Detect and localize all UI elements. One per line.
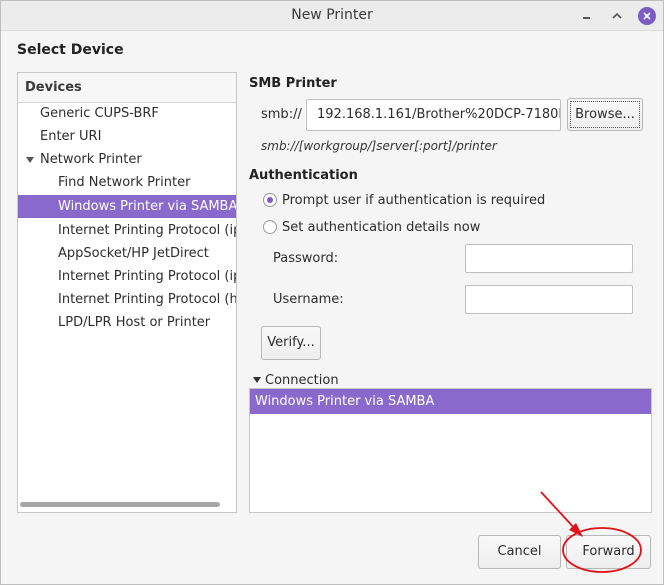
cancel-button[interactable]: Cancel: [478, 535, 561, 569]
device-item-label: Windows Printer via SAMBA: [58, 199, 236, 214]
close-icon[interactable]: [638, 7, 656, 25]
forward-button[interactable]: Forward: [566, 535, 651, 569]
radio-prompt-user-label[interactable]: Prompt user if authentication is require…: [282, 193, 545, 208]
device-item-label: Enter URI: [40, 129, 102, 144]
new-printer-window: New Printer Select Device Devices Generi…: [0, 0, 664, 585]
device-item[interactable]: Internet Printing Protocol (ipp): [18, 219, 236, 242]
device-item[interactable]: LPD/LPR Host or Printer: [18, 311, 236, 334]
device-item[interactable]: Enter URI: [18, 125, 236, 148]
radio-prompt-user[interactable]: [263, 193, 277, 207]
authentication-title: Authentication: [249, 168, 358, 183]
password-label: Password:: [273, 251, 339, 266]
radio-set-details[interactable]: [263, 220, 277, 234]
connection-title[interactable]: Connection: [265, 373, 339, 388]
password-field[interactable]: [465, 244, 633, 273]
window-title: New Printer: [291, 7, 373, 23]
device-item-label: Network Printer: [40, 152, 142, 167]
triangle-down-icon[interactable]: [253, 377, 261, 383]
smb-section-title: SMB Printer: [249, 76, 337, 91]
device-item-label: Internet Printing Protocol (ipps): [58, 269, 236, 284]
username-field[interactable]: [465, 285, 633, 314]
device-item[interactable]: Find Network Printer: [18, 171, 236, 194]
connection-list[interactable]: Windows Printer via SAMBA: [249, 388, 652, 513]
device-item-label: AppSocket/HP JetDirect: [58, 246, 209, 261]
username-label: Username:: [273, 292, 344, 307]
device-item-selected[interactable]: Windows Printer via SAMBA: [18, 195, 236, 218]
devices-list[interactable]: Devices Generic CUPS-BRF Enter URI Netwo…: [17, 72, 237, 513]
minimize-icon[interactable]: [579, 8, 595, 24]
device-item[interactable]: Internet Printing Protocol (ipps): [18, 265, 236, 288]
device-item[interactable]: Generic CUPS-BRF: [18, 102, 236, 125]
device-group-network-printer[interactable]: Network Printer: [18, 148, 236, 171]
connection-row[interactable]: Windows Printer via SAMBA: [250, 389, 651, 414]
smb-prefix-label: smb://: [261, 107, 302, 122]
triangle-down-icon[interactable]: [26, 157, 34, 163]
device-item-label: Find Network Printer: [58, 175, 191, 190]
radio-set-details-label[interactable]: Set authentication details now: [282, 220, 480, 235]
smb-uri-hint: smb://[workgroup/]server[:port]/printer: [261, 139, 497, 153]
smb-uri-field[interactable]: 192.168.1.161/Brother%20DCP-7180DN: [306, 99, 561, 131]
device-item[interactable]: Internet Printing Protocol (https): [18, 288, 236, 311]
verify-button[interactable]: Verify...: [261, 326, 321, 360]
device-item-label: Internet Printing Protocol (https): [58, 292, 236, 307]
browse-button[interactable]: Browse...: [567, 98, 643, 131]
horizontal-scrollbar[interactable]: [20, 502, 220, 507]
device-item[interactable]: AppSocket/HP JetDirect: [18, 242, 236, 265]
device-item-label: Internet Printing Protocol (ipp): [58, 223, 236, 238]
devices-header: Devices: [18, 73, 236, 103]
device-item-label: LPD/LPR Host or Printer: [58, 315, 211, 330]
device-item-label: Generic CUPS-BRF: [40, 106, 159, 121]
maximize-icon[interactable]: [609, 8, 625, 24]
page-title: Select Device: [17, 42, 124, 58]
title-bar[interactable]: New Printer: [1, 1, 663, 31]
